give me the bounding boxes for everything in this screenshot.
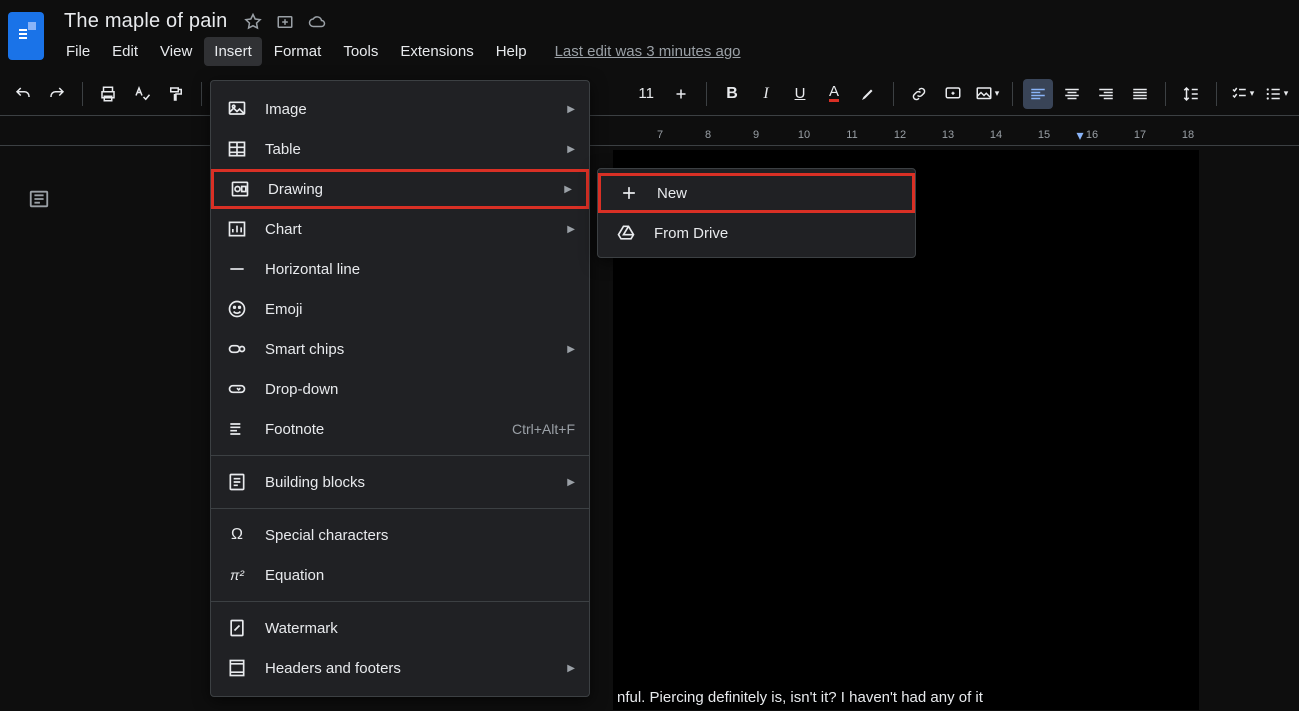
watermark-icon (227, 618, 247, 638)
document-title[interactable]: The maple of pain (58, 8, 234, 35)
hline-icon (227, 259, 247, 279)
menu-view[interactable]: View (150, 37, 202, 66)
drawing-from-drive[interactable]: From Drive (598, 213, 915, 253)
document-text: nful. Piercing definitely is, isn't it? … (613, 689, 991, 710)
headers-footers-icon (227, 658, 247, 678)
menu-edit[interactable]: Edit (102, 37, 148, 66)
drive-icon (616, 223, 636, 243)
insert-building-blocks[interactable]: Building blocks ▶ (211, 462, 589, 502)
align-justify-button[interactable] (1125, 79, 1155, 109)
equation-icon: π² (227, 565, 247, 585)
italic-button[interactable]: I (751, 79, 781, 109)
insert-horizontal-line[interactable]: Horizontal line (211, 249, 589, 289)
insert-watermark[interactable]: Watermark (211, 608, 589, 648)
docs-logo[interactable] (8, 12, 44, 60)
chart-icon (227, 219, 247, 239)
bold-button[interactable]: B (717, 79, 747, 109)
menu-format[interactable]: Format (264, 37, 332, 66)
ruler-indent-marker[interactable]: ▾ (1076, 127, 1083, 144)
omega-icon: Ω (227, 525, 247, 545)
insert-dropdown[interactable]: Drop-down (211, 369, 589, 409)
align-center-button[interactable] (1057, 79, 1087, 109)
menu-extensions[interactable]: Extensions (390, 37, 483, 66)
font-size-increase[interactable] (666, 79, 696, 109)
undo-button[interactable] (8, 79, 38, 109)
menu-help[interactable]: Help (486, 37, 537, 66)
menu-insert[interactable]: Insert (204, 37, 262, 66)
insert-image-button[interactable]: ▾ (972, 79, 1002, 109)
footnote-icon (227, 419, 247, 439)
checklist-button[interactable]: ▾ (1227, 79, 1257, 109)
emoji-icon (227, 299, 247, 319)
bulleted-list-button[interactable]: ▾ (1261, 79, 1291, 109)
dropdown-icon (227, 379, 247, 399)
submenu-arrow-icon: ▶ (567, 663, 575, 674)
insert-smart-chips[interactable]: Smart chips ▶ (211, 329, 589, 369)
image-icon (227, 99, 247, 119)
underline-button[interactable]: U (785, 79, 815, 109)
insert-equation[interactable]: π² Equation (211, 555, 589, 595)
insert-table[interactable]: Table ▶ (211, 129, 589, 169)
submenu-arrow-icon: ▶ (567, 224, 575, 235)
last-edit-link[interactable]: Last edit was 3 minutes ago (555, 37, 741, 66)
link-button[interactable] (904, 79, 934, 109)
menu-tools[interactable]: Tools (333, 37, 388, 66)
drawing-new[interactable]: New (598, 173, 915, 213)
submenu-arrow-icon: ▶ (567, 104, 575, 115)
insert-emoji[interactable]: Emoji (211, 289, 589, 329)
insert-drawing[interactable]: Drawing ▶ (211, 169, 589, 209)
menu-file[interactable]: File (56, 37, 100, 66)
redo-button[interactable] (42, 79, 72, 109)
submenu-arrow-icon: ▶ (567, 477, 575, 488)
cloud-icon[interactable] (308, 13, 326, 31)
paint-format-button[interactable] (161, 79, 191, 109)
insert-footnote[interactable]: Footnote Ctrl+Alt+F (211, 409, 589, 449)
star-icon[interactable] (244, 13, 262, 31)
submenu-arrow-icon: ▶ (564, 184, 572, 195)
comment-button[interactable] (938, 79, 968, 109)
insert-chart[interactable]: Chart ▶ (211, 209, 589, 249)
insert-headers-footers[interactable]: Headers and footers ▶ (211, 648, 589, 688)
drawing-icon (230, 179, 250, 199)
submenu-arrow-icon: ▶ (567, 144, 575, 155)
align-left-button[interactable] (1023, 79, 1053, 109)
print-button[interactable] (93, 79, 123, 109)
insert-special-characters[interactable]: Ω Special characters (211, 515, 589, 555)
text-color-button[interactable]: A (819, 79, 849, 109)
insert-menu-dropdown: Image ▶ Table ▶ Drawing ▶ Chart ▶ Horizo… (210, 80, 590, 697)
smart-chips-icon (227, 339, 247, 359)
font-size-box[interactable]: 11 (630, 83, 662, 104)
submenu-arrow-icon: ▶ (567, 344, 575, 355)
highlight-button[interactable] (853, 79, 883, 109)
align-right-button[interactable] (1091, 79, 1121, 109)
table-icon (227, 139, 247, 159)
plus-icon (619, 183, 639, 203)
ruler: 7 8 9 10 11 12 13 14 15 16 17 18 ▾ (0, 126, 1299, 146)
move-icon[interactable] (276, 13, 294, 31)
spellcheck-button[interactable] (127, 79, 157, 109)
insert-image[interactable]: Image ▶ (211, 89, 589, 129)
drawing-submenu: New From Drive (597, 168, 916, 258)
outline-toggle[interactable] (28, 188, 50, 210)
toolbar: 11 B I U A ▾ ▾ ▾ (0, 72, 1299, 116)
line-spacing-button[interactable] (1176, 79, 1206, 109)
building-blocks-icon (227, 472, 247, 492)
